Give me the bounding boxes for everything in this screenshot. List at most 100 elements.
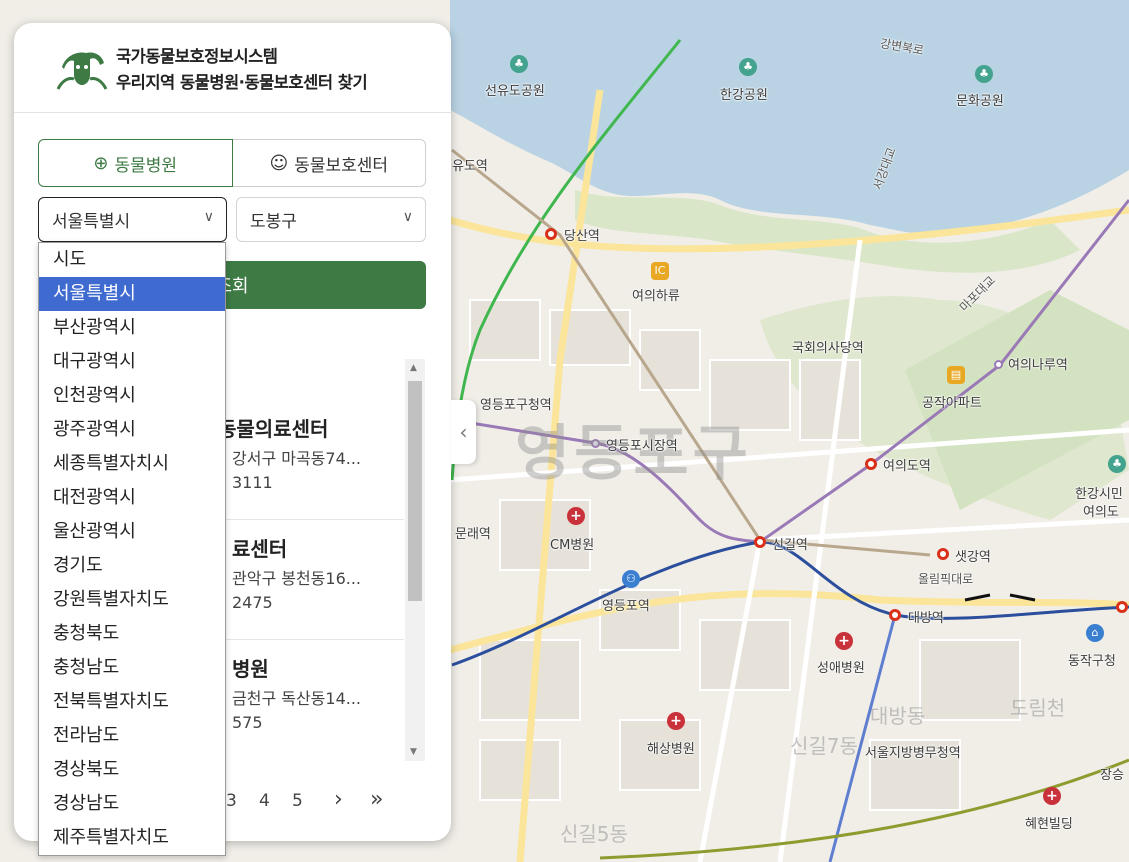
tab-label: 동물보호센터	[294, 155, 389, 176]
result-name: 료센터	[232, 537, 288, 561]
page-link[interactable]: 5	[292, 791, 303, 811]
map-label: 여의하류	[632, 289, 680, 304]
category-tabs: ⊕ 동물병원 ☺ 동물보호센터	[38, 139, 426, 187]
interchange-icon[interactable]: IC	[651, 262, 669, 280]
map-label: 여의도역	[883, 459, 931, 474]
sido-option[interactable]: 울산광역시	[39, 515, 225, 549]
map-label: 샛강역	[955, 550, 991, 565]
map-label: 영등포역	[602, 599, 650, 614]
map-label: 여의도	[1083, 505, 1119, 520]
station-marker[interactable]	[865, 458, 877, 470]
dog-face-icon: ☺	[269, 152, 289, 174]
sido-option[interactable]: 세종특별자치시	[39, 447, 225, 481]
result-phone: 2475	[232, 593, 273, 612]
collapse-panel-button[interactable]: ‹	[451, 400, 476, 464]
sido-option[interactable]: 전라남도	[39, 719, 225, 753]
station-marker[interactable]	[889, 609, 901, 621]
tab-animal-shelter[interactable]: ☺ 동물보호센터	[232, 139, 426, 187]
map-label: 해상병원	[647, 742, 695, 757]
page-link[interactable]: 3	[226, 791, 237, 811]
sido-option[interactable]: 강원특별자치도	[39, 583, 225, 617]
chevron-down-icon: ∨	[203, 209, 214, 225]
hospital-icon[interactable]: +	[667, 712, 685, 730]
result-name: 동물의료센터	[218, 417, 329, 441]
result-address: 금천구 독산동14...	[232, 689, 362, 708]
sido-option[interactable]: 시도	[39, 243, 225, 277]
result-address: 강서구 마곡동74...	[232, 449, 362, 468]
map-label: 신길7동	[790, 734, 858, 758]
map-label: 올림픽대로	[918, 572, 974, 586]
map-label: 대방역	[908, 611, 944, 626]
map-label: 장승	[1100, 768, 1124, 783]
station-marker[interactable]	[754, 536, 766, 548]
train-icon[interactable]: ⚇	[622, 570, 640, 588]
sido-option[interactable]: 인천광역시	[39, 379, 225, 413]
map-label: 영등포구청역	[480, 398, 552, 413]
next-page-icon[interactable]: ›	[334, 787, 343, 812]
list-scrollbar[interactable]: ▲ ▼	[405, 359, 425, 761]
map-label: 문래역	[455, 527, 491, 542]
map-label: 선유도공원	[485, 84, 545, 99]
map-label: CM병원	[550, 538, 595, 553]
sido-option[interactable]: 경기도	[39, 549, 225, 583]
map-label: 한강시민	[1075, 487, 1123, 502]
sido-option[interactable]: 대구광역시	[39, 345, 225, 379]
sigungu-select-value: 도봉구	[250, 212, 297, 232]
scroll-thumb[interactable]	[408, 381, 422, 601]
sido-option[interactable]: 충청남도	[39, 651, 225, 685]
sido-option[interactable]: 경상북도	[39, 753, 225, 787]
chevron-down-icon: ∨	[402, 209, 413, 225]
sido-option[interactable]: 서울특별시	[39, 277, 225, 311]
app-title: 국가동물보호정보시스템	[116, 46, 278, 66]
dog-logo-icon	[56, 51, 108, 90]
map-label: 한강공원	[720, 88, 768, 103]
sido-option[interactable]: 제주특별자치도	[39, 821, 225, 855]
tab-animal-hospital[interactable]: ⊕ 동물병원	[38, 139, 233, 187]
scroll-down-icon[interactable]: ▼	[410, 747, 417, 757]
map-label: 신길5동	[560, 822, 628, 846]
map-label: 당산역	[564, 229, 600, 244]
sido-option[interactable]: 충청북도	[39, 617, 225, 651]
apartment-icon[interactable]: ▤	[947, 366, 965, 384]
map-label: 영등포시장역	[606, 439, 678, 454]
app-subtitle: 우리지역 동물병원·동물보호센터 찾기	[116, 72, 368, 92]
station-marker[interactable]	[994, 360, 1003, 369]
station-marker[interactable]	[1116, 601, 1128, 613]
hospital-icon[interactable]: +	[567, 507, 585, 525]
sido-option[interactable]: 광주광역시	[39, 413, 225, 447]
map-label: 대방동	[870, 704, 926, 728]
map-label: 문화공원	[956, 94, 1004, 109]
sido-option[interactable]: 부산광역시	[39, 311, 225, 345]
map-label: 도림천	[1010, 696, 1066, 720]
station-marker[interactable]	[937, 548, 949, 560]
office-icon[interactable]: ⌂	[1086, 624, 1104, 642]
result-address: 관악구 봉천동16...	[232, 569, 362, 588]
map-label: 국회의사당역	[792, 341, 864, 356]
last-page-icon[interactable]: »	[370, 787, 383, 812]
map-label: 동작구청	[1068, 654, 1116, 669]
sido-dropdown-list: 시도 서울특별시 부산광역시 대구광역시 인천광역시 광주광역시 세종특별자치시 대전광역시 울…	[38, 242, 226, 856]
sido-option[interactable]: 대전광역시	[39, 481, 225, 515]
page-link[interactable]: 4	[259, 791, 270, 811]
park-icon[interactable]: ♣	[739, 58, 757, 76]
result-phone: 575	[232, 713, 263, 732]
park-icon[interactable]: ♣	[975, 65, 993, 83]
map-label: 서울지방병무청역	[865, 746, 961, 761]
tab-label: 동물병원	[114, 155, 178, 176]
station-marker[interactable]	[545, 228, 557, 240]
park-icon[interactable]: ♣	[510, 55, 528, 73]
park-icon[interactable]: ♣	[1108, 455, 1126, 473]
hospital-icon[interactable]: +	[835, 632, 853, 650]
sido-select[interactable]: 서울특별시 ∨	[38, 197, 227, 242]
sido-option[interactable]: 경상남도	[39, 787, 225, 821]
scroll-up-icon[interactable]: ▲	[410, 363, 417, 373]
map-label: 유도역	[452, 159, 488, 174]
map-label: 혜현빌딩	[1025, 817, 1073, 832]
map-label: 여의나루역	[1008, 358, 1068, 373]
sido-option[interactable]: 전북특별자치도	[39, 685, 225, 719]
map-label: 신길역	[772, 538, 808, 553]
hospital-icon[interactable]: +	[1043, 787, 1061, 805]
sigungu-select[interactable]: 도봉구 ∨	[236, 197, 426, 242]
sido-select-value: 서울특별시	[52, 212, 131, 232]
result-name: 병원	[232, 657, 269, 681]
